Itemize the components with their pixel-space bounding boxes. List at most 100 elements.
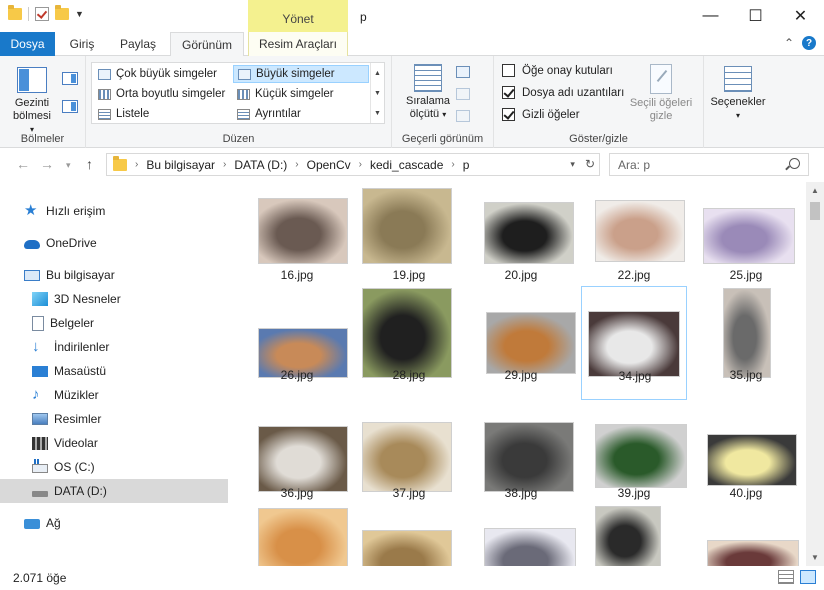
sidebar-item-downloads[interactable]: ↓ İndirilenler [0, 335, 228, 359]
chevron-right-icon[interactable]: › [135, 159, 138, 170]
breadcrumb-kedi-cascade[interactable]: kedi_cascade [370, 158, 443, 172]
scroll-down-icon[interactable]: ▼ [374, 90, 381, 97]
chevron-right-icon[interactable]: › [295, 159, 298, 170]
file-tile[interactable] [581, 504, 687, 566]
sidebar-item-data-drive[interactable]: DATA (D:) [0, 479, 228, 503]
close-button[interactable]: ✕ [778, 0, 823, 32]
sidebar-item-videos[interactable]: Videolar [0, 431, 228, 455]
sidebar-item-os-drive[interactable]: OS (C:) [0, 455, 228, 479]
sidebar-item-network[interactable]: Ağ [0, 511, 228, 535]
recent-locations-icon[interactable]: ▾ [66, 160, 71, 171]
file-extensions-option[interactable]: Dosya adı uzantıları [502, 86, 624, 99]
layout-details[interactable]: Ayrıntılar [233, 105, 369, 123]
sidebar-item-3d-objects[interactable]: 3D Nesneler [0, 287, 228, 311]
file-tile[interactable]: 20.jpg [468, 186, 574, 300]
sort-by-button[interactable]: Sıralama ölçütü ▾ [400, 64, 456, 121]
preview-pane-icon[interactable] [62, 72, 78, 85]
address-history-icon[interactable]: ▾ [570, 159, 575, 171]
scroll-up-icon[interactable]: ▲ [806, 186, 824, 195]
sidebar-item-pictures[interactable]: Resimler [0, 407, 228, 431]
tab-picture-tools[interactable]: Resim Araçları [248, 32, 348, 56]
new-folder-icon[interactable] [55, 5, 69, 20]
sidebar-item-music[interactable]: ♪ Müzikler [0, 383, 228, 407]
breadcrumb-opencv[interactable]: OpenCv [307, 158, 351, 172]
minimize-button[interactable]: — [688, 0, 733, 32]
scrollbar-thumb[interactable] [810, 202, 820, 220]
file-tile[interactable] [244, 504, 350, 566]
customize-toolbar-icon[interactable]: ▼ [75, 9, 84, 19]
tab-view[interactable]: Görünüm [170, 32, 244, 57]
file-tile[interactable]: 36.jpg [244, 404, 350, 518]
image-thumbnail [362, 530, 452, 566]
layout-extra-large-icons[interactable]: Çok büyük simgeler [94, 65, 230, 83]
item-checkboxes-option[interactable]: Öğe onay kutuları [502, 64, 613, 77]
file-tile[interactable]: 39.jpg [581, 404, 687, 518]
chevron-right-icon[interactable]: › [451, 159, 454, 170]
chevron-right-icon[interactable]: › [223, 159, 226, 170]
properties-icon[interactable] [35, 7, 49, 21]
file-tile[interactable] [356, 504, 462, 566]
collapse-ribbon-icon[interactable]: ⌃ [784, 36, 794, 50]
help-icon[interactable]: ? [802, 36, 816, 50]
tab-file[interactable]: Dosya [0, 32, 55, 56]
hidden-items-checkbox[interactable] [502, 108, 515, 121]
refresh-icon[interactable]: ↻ [585, 157, 595, 171]
file-tile[interactable]: 34.jpg [581, 286, 687, 400]
back-icon[interactable]: ← [16, 156, 30, 172]
file-extensions-checkbox[interactable] [502, 86, 515, 99]
file-tile[interactable]: 25.jpg [693, 186, 799, 300]
scroll-down-icon[interactable]: ▼ [806, 553, 824, 562]
file-tile[interactable] [468, 504, 576, 566]
large-icons-view-icon[interactable] [800, 570, 816, 584]
window-title: p [360, 10, 367, 24]
file-tile[interactable]: 35.jpg [693, 286, 799, 400]
chevron-right-icon[interactable]: › [359, 159, 362, 170]
star-icon: ★ [24, 202, 38, 219]
vertical-scrollbar[interactable]: ▲ ▼ [806, 182, 824, 566]
layout-gallery-scroll[interactable]: ▲ ▼ ▼ [370, 63, 384, 123]
layout-small-icons[interactable]: Küçük simgeler [233, 85, 369, 103]
sidebar-item-onedrive[interactable]: OneDrive [0, 231, 228, 255]
details-view-icon[interactable] [778, 570, 794, 584]
layout-medium-icons[interactable]: Orta boyutlu simgeler [94, 85, 230, 103]
forward-icon[interactable]: → [40, 156, 54, 172]
file-tile[interactable]: 22.jpg [581, 186, 687, 300]
hidden-items-option[interactable]: Gizli öğeler [502, 108, 580, 121]
file-tile[interactable]: 38.jpg [468, 404, 574, 518]
group-by-icon[interactable] [456, 66, 470, 78]
breadcrumb-data-drive[interactable]: DATA (D:) [234, 158, 287, 172]
tab-home[interactable]: Giriş [60, 32, 104, 56]
file-tile[interactable]: 26.jpg [244, 286, 350, 400]
sidebar-item-quick-access[interactable]: ★ Hızlı erişim [0, 199, 228, 223]
nav-pane-button[interactable]: Gezinti bölmesi ▾ [10, 67, 54, 136]
breadcrumb-this-pc[interactable]: Bu bilgisayar [146, 158, 215, 172]
maximize-button[interactable]: ☐ [733, 0, 778, 32]
item-checkboxes-checkbox[interactable] [502, 64, 515, 77]
address-bar[interactable]: › Bu bilgisayar › DATA (D:) › OpenCv › k… [106, 153, 600, 176]
options-button[interactable]: Seçenekler ▾ [706, 66, 770, 122]
image-thumbnail [707, 434, 797, 486]
search-icon[interactable] [789, 158, 800, 169]
expand-gallery-icon[interactable]: ▼ [374, 110, 381, 117]
quick-access-toolbar: ▼ [8, 5, 84, 21]
file-tile[interactable] [693, 504, 799, 566]
file-tile[interactable]: 37.jpg [356, 404, 462, 518]
sidebar-item-desktop[interactable]: Masaüstü [0, 359, 228, 383]
breadcrumb-p[interactable]: p [463, 158, 470, 172]
file-tile[interactable]: 19.jpg [356, 186, 462, 300]
layout-list[interactable]: Listele [94, 105, 230, 123]
scroll-up-icon[interactable]: ▲ [374, 70, 381, 77]
details-pane-icon[interactable] [62, 100, 78, 113]
file-tile[interactable]: 29.jpg [468, 286, 576, 400]
file-tile[interactable]: 16.jpg [244, 186, 350, 300]
hide-selected-button[interactable]: Seçili öğeleri gizle [624, 64, 698, 123]
sidebar-item-documents[interactable]: Belgeler [0, 311, 228, 335]
layout-large-icons[interactable]: Büyük simgeler [233, 65, 369, 83]
sidebar-item-this-pc[interactable]: Bu bilgisayar [0, 263, 228, 287]
file-tile[interactable]: 40.jpg [693, 404, 799, 518]
tab-share[interactable]: Paylaş [112, 32, 164, 56]
download-icon: ↓ [32, 338, 40, 355]
up-icon[interactable]: ↑ [86, 156, 93, 172]
search-input[interactable]: Ara: p [609, 153, 809, 176]
file-tile[interactable]: 28.jpg [356, 286, 462, 400]
